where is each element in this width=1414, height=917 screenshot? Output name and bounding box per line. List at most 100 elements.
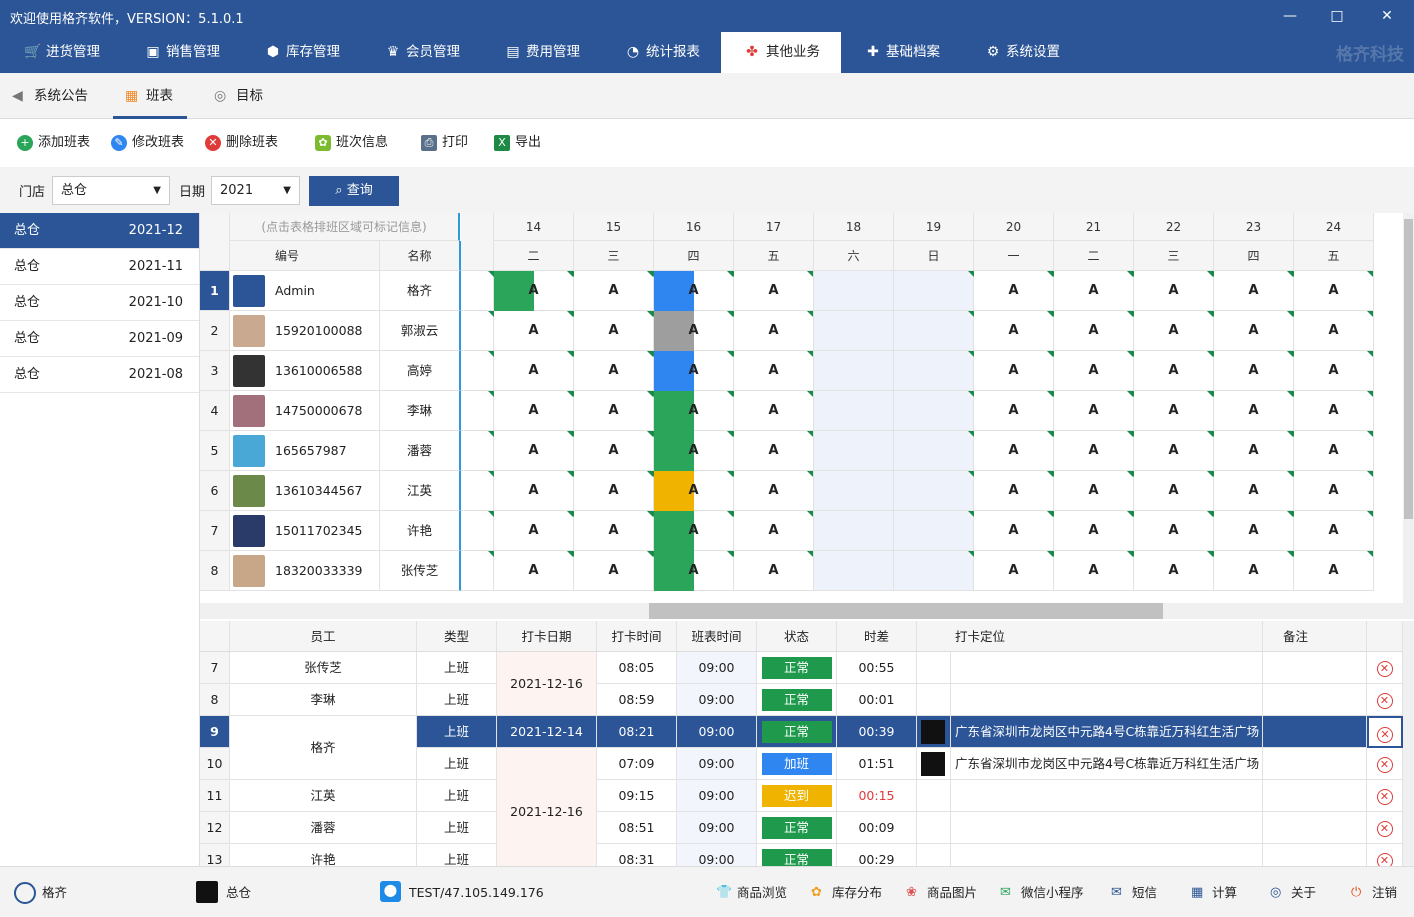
shift-cell[interactable]: A <box>568 431 654 471</box>
menu-item-settings[interactable]: ⚙ 系统设置 <box>980 32 1060 73</box>
shift-cell[interactable]: A <box>1048 311 1134 351</box>
edit-schedule-button[interactable]: ✎ 修改班表 <box>111 133 184 153</box>
delete-cell[interactable]: ✕ <box>1367 684 1403 716</box>
statusbar-link[interactable]: ⏻ 注销 <box>1351 884 1397 902</box>
column-header[interactable]: 类型 <box>417 621 497 652</box>
statusbar-link[interactable]: ◎ 关于 <box>1270 884 1316 902</box>
shift-cell[interactable]: A <box>1128 351 1214 391</box>
shift-cell[interactable]: A <box>1288 471 1374 511</box>
shift-cell[interactable]: A <box>1128 391 1214 431</box>
shift-cell[interactable]: A <box>568 271 654 311</box>
shift-cell[interactable]: A <box>1048 511 1134 551</box>
shift-cell[interactable]: A <box>1048 271 1134 311</box>
shift-cell[interactable]: A <box>728 271 814 311</box>
employee-code-cell[interactable]: 14750000678 <box>230 391 380 431</box>
shift-cell[interactable]: A <box>1288 431 1374 471</box>
menu-item-expense[interactable]: ▤ 费用管理 <box>500 32 580 73</box>
shift-cell[interactable]: A <box>968 551 1054 591</box>
vertical-scrollbar[interactable] <box>1403 621 1414 866</box>
statusbar-link[interactable]: ❀ 商品图片 <box>906 884 977 902</box>
shift-cell[interactable]: A <box>488 471 574 511</box>
delete-row-icon[interactable]: ✕ <box>1376 821 1393 837</box>
statusbar-link[interactable]: ✉ 短信 <box>1111 884 1157 902</box>
horizontal-scrollbar[interactable] <box>200 603 1414 619</box>
shift-cell[interactable]: A <box>1208 391 1294 431</box>
tab-target[interactable]: ◎ 目标 <box>214 73 263 119</box>
shift-cell[interactable] <box>894 311 974 351</box>
column-header[interactable]: 员工 <box>230 621 417 652</box>
column-header[interactable]: 班表时间 <box>677 621 757 652</box>
delete-cell[interactable]: ✕ <box>1367 812 1403 844</box>
shift-cell[interactable] <box>814 431 894 471</box>
shift-cell[interactable]: A <box>648 511 734 551</box>
delete-row-icon[interactable]: ✕ <box>1376 757 1393 773</box>
shift-cell[interactable]: A <box>968 511 1054 551</box>
shift-cell[interactable]: A <box>1288 351 1374 391</box>
shift-cell[interactable] <box>894 351 974 391</box>
query-button[interactable]: ⌕ 查询 <box>309 176 399 206</box>
shift-cell[interactable]: A <box>968 311 1054 351</box>
tab-announcement[interactable]: ◀ 系统公告 <box>12 73 88 119</box>
column-header[interactable]: 备注 <box>1263 621 1367 652</box>
shift-cell[interactable]: A <box>968 471 1054 511</box>
employee-code-cell[interactable]: Admin <box>230 271 380 311</box>
list-item[interactable]: 总仓 2021-10 <box>0 285 199 321</box>
shift-cell[interactable]: A <box>568 511 654 551</box>
shift-cell[interactable]: A <box>1208 431 1294 471</box>
employee-code-cell[interactable]: 13610344567 <box>230 471 380 511</box>
statusbar-link[interactable]: ▦ 计算 <box>1191 884 1237 902</box>
shift-cell[interactable]: A <box>648 271 734 311</box>
shift-cell[interactable] <box>894 511 974 551</box>
shift-cell[interactable]: A <box>1208 271 1294 311</box>
column-header[interactable]: 状态 <box>757 621 837 652</box>
employee-code-cell[interactable]: 13610006588 <box>230 351 380 391</box>
shift-cell[interactable]: A <box>568 311 654 351</box>
shift-cell[interactable]: A <box>1048 551 1134 591</box>
shift-cell[interactable]: A <box>488 431 574 471</box>
scrollbar-thumb[interactable] <box>649 603 1163 619</box>
delete-cell[interactable]: ✕ <box>1367 748 1403 780</box>
employee-code-cell[interactable]: 15011702345 <box>230 511 380 551</box>
shift-cell[interactable] <box>894 271 974 311</box>
print-button[interactable]: ⎙ 打印 <box>421 133 468 153</box>
menu-item-member[interactable]: ♛ 会员管理 <box>380 32 460 73</box>
shift-cell[interactable] <box>814 391 894 431</box>
minimize-button[interactable]: — <box>1275 4 1305 28</box>
shift-cell[interactable]: A <box>1048 471 1134 511</box>
statusbar-link[interactable]: ✿ 库存分布 <box>811 884 882 902</box>
employee-code-cell[interactable]: 18320033339 <box>230 551 380 591</box>
shift-cell[interactable]: A <box>488 511 574 551</box>
menu-item-archive[interactable]: ✚ 基础档案 <box>860 32 940 73</box>
shift-cell[interactable]: A <box>968 431 1054 471</box>
shift-cell[interactable]: A <box>568 551 654 591</box>
export-button[interactable]: X 导出 <box>494 133 541 153</box>
shift-cell[interactable]: A <box>1128 471 1214 511</box>
shift-cell[interactable] <box>814 471 894 511</box>
shift-cell[interactable]: A <box>1288 511 1374 551</box>
shift-cell[interactable]: A <box>488 271 574 311</box>
statusbar-link[interactable]: 👕 商品浏览 <box>716 884 787 902</box>
shift-cell[interactable]: A <box>1208 351 1294 391</box>
shift-cell[interactable]: A <box>1128 271 1214 311</box>
shift-cell[interactable]: A <box>1128 551 1214 591</box>
shift-cell[interactable]: A <box>1288 391 1374 431</box>
shift-cell[interactable]: A <box>1208 311 1294 351</box>
shift-cell[interactable] <box>814 271 894 311</box>
shift-cell[interactable]: A <box>1288 271 1374 311</box>
menu-item-other[interactable]: ✤ 其他业务 <box>721 32 841 73</box>
shift-cell[interactable]: A <box>1128 431 1214 471</box>
shift-cell[interactable]: A <box>728 431 814 471</box>
maximize-button[interactable]: □ <box>1322 4 1352 28</box>
shift-cell[interactable]: A <box>568 391 654 431</box>
shift-cell[interactable]: A <box>568 471 654 511</box>
list-item[interactable]: 总仓 2021-09 <box>0 321 199 357</box>
shift-cell[interactable]: A <box>648 351 734 391</box>
shift-cell[interactable]: A <box>1288 551 1374 591</box>
close-button[interactable]: ✕ <box>1372 4 1402 28</box>
shift-cell[interactable]: A <box>488 551 574 591</box>
statusbar-link[interactable]: ✉ 微信小程序 <box>1000 884 1084 902</box>
shift-cell[interactable]: A <box>1288 311 1374 351</box>
shift-cell[interactable]: A <box>488 391 574 431</box>
column-header[interactable]: 时差 <box>837 621 917 652</box>
shift-cell[interactable] <box>814 551 894 591</box>
